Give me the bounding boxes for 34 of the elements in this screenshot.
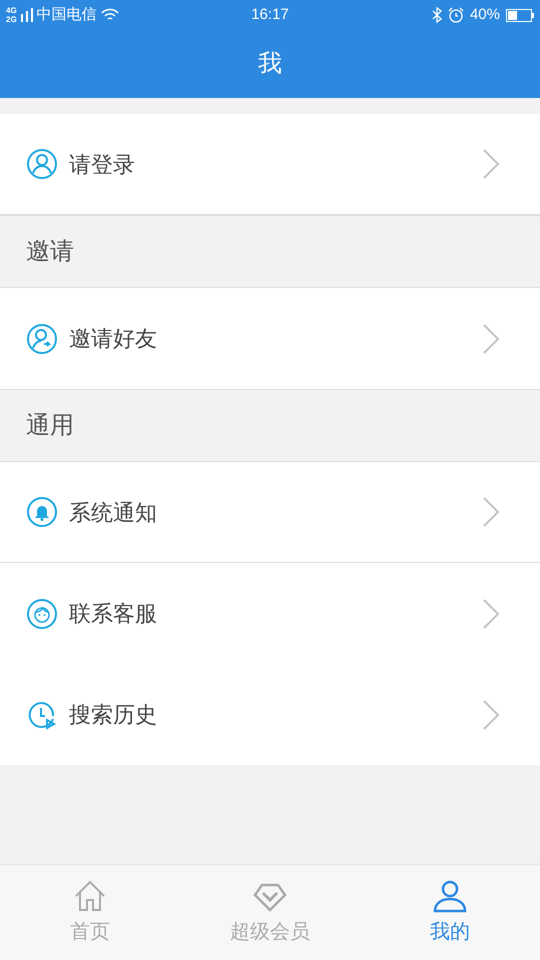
menu-icon [26,598,58,630]
page-title: 我 [258,49,282,79]
menu-row[interactable]: 联系客服 [0,563,540,664]
bluetooth-icon [432,7,442,23]
menu-row[interactable]: 系统通知 [0,462,540,563]
menu-label: 联系客服 [69,600,158,628]
chevron-icon [482,148,500,180]
menu-icon [26,148,58,180]
menu-icon [26,496,58,528]
wifi-icon [100,8,119,22]
section-title: 邀请 [26,236,74,266]
alarm-icon [448,7,464,23]
person-icon [433,878,467,912]
home-icon [73,878,107,912]
battery-percent: 40% [470,4,500,25]
menu-row[interactable]: 搜索历史 [0,664,540,765]
menu-icon [26,322,58,354]
menu-label: 请登录 [69,150,136,178]
chevron-icon [482,322,500,354]
battery-icon [506,8,534,22]
clock: 16:17 [250,4,290,25]
chevron-icon [482,496,500,528]
network-label: 2G [6,15,17,24]
menu-label: 系统通知 [69,498,158,526]
network-label: 4G [6,6,17,15]
section-title: 通用 [26,410,74,440]
menu-label: 邀请好友 [69,325,158,353]
menu-label: 搜索历史 [69,701,158,729]
menu-row[interactable]: 邀请好友 [0,288,540,389]
chevron-icon [482,598,500,630]
chevron-icon [482,698,500,730]
carrier-name: 中国电信 [36,4,97,25]
menu-row[interactable]: 请登录 [0,114,540,215]
signal-icon [20,8,33,22]
